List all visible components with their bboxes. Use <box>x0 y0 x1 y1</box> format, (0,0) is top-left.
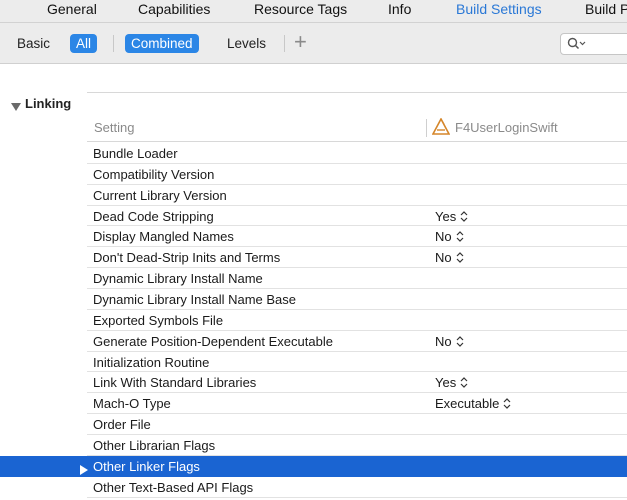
tab-capabilities[interactable]: Capabilities <box>138 1 210 17</box>
setting-value[interactable]: No <box>435 229 464 245</box>
setting-name: Bundle Loader <box>93 146 178 161</box>
setting-column-label: Setting <box>94 120 135 135</box>
tab-resource-tags[interactable]: Resource Tags <box>254 1 347 17</box>
target-column-label: F4UserLoginSwift <box>455 120 558 135</box>
setting-value[interactable]: Executable <box>435 396 511 412</box>
setting-row[interactable]: Bundle Loader <box>0 143 627 164</box>
filter-divider <box>113 35 114 52</box>
stepper-icon <box>460 376 468 391</box>
search-field[interactable] <box>560 33 627 55</box>
stepper-icon <box>460 210 468 225</box>
setting-row[interactable]: Dynamic Library Install Name Base <box>0 289 627 310</box>
setting-name: Other Text-Based API Flags <box>93 479 254 495</box>
filter-bar: Basic All Combined Levels + <box>0 23 627 64</box>
setting-row[interactable]: Other Librarian Flags <box>0 435 627 456</box>
setting-row[interactable]: Display Mangled Names No <box>0 226 627 248</box>
setting-row[interactable]: Order File <box>0 414 627 436</box>
setting-row[interactable]: Generate Position-Dependent Executable No <box>0 331 627 352</box>
column-separator <box>426 119 427 137</box>
stepper-icon <box>456 251 464 266</box>
setting-name: Order File <box>93 417 151 433</box>
setting-row[interactable]: Dynamic Library Install Name <box>0 268 627 290</box>
section-title: Linking <box>25 96 72 111</box>
setting-name: Dynamic Library Install Name Base <box>93 292 297 308</box>
setting-row[interactable]: Current Library Version <box>0 185 627 206</box>
setting-name: Mach-O Type <box>93 396 171 412</box>
setting-name: Compatibility Version <box>93 166 215 182</box>
setting-row[interactable]: Mach-O Type Executable <box>0 393 627 415</box>
setting-row[interactable]: Exported Symbols File <box>0 310 627 331</box>
setting-name: Display Mangled Names <box>93 229 234 245</box>
tab-info[interactable]: Info <box>388 1 411 17</box>
add-setting-button[interactable]: + <box>294 29 307 55</box>
stepper-icon <box>503 397 511 412</box>
setting-row[interactable]: Compatibility Version <box>0 164 627 185</box>
tab-build-phases[interactable]: Build P <box>585 1 627 17</box>
all-filter-button[interactable]: All <box>70 34 98 53</box>
setting-value[interactable]: No <box>435 334 464 350</box>
setting-row[interactable]: Other Text-Based API Flags <box>0 477 627 498</box>
setting-row[interactable]: Dead Code Stripping Yes <box>0 206 627 227</box>
stepper-icon <box>456 230 464 245</box>
levels-divider <box>284 35 285 52</box>
setting-name: Other Linker Flags <box>93 458 200 474</box>
disclosure-triangle-down-icon[interactable] <box>11 99 21 117</box>
setting-row[interactable]: Don't Dead-Strip Inits and Terms No <box>0 247 627 269</box>
setting-name: Initialization Routine <box>93 354 210 370</box>
linking-section-header[interactable]: Linking <box>0 92 627 116</box>
setting-row-selected[interactable]: Other Linker Flags <box>0 455 627 477</box>
setting-name: Link With Standard Libraries <box>93 375 257 391</box>
setting-value[interactable]: Yes <box>435 375 468 391</box>
setting-name: Dead Code Stripping <box>93 208 214 224</box>
setting-value[interactable]: No <box>435 250 464 266</box>
search-icon <box>567 37 587 55</box>
editor-tab-bar: General Capabilities Resource Tags Info … <box>0 0 627 23</box>
levels-view-button[interactable]: Levels <box>221 34 272 53</box>
setting-value[interactable]: Yes <box>435 209 468 225</box>
settings-list: Bundle Loader Compatibility Version Curr… <box>0 143 627 498</box>
tab-build-settings[interactable]: Build Settings <box>456 1 542 17</box>
previous-section-row <box>87 64 627 93</box>
setting-name: Don't Dead-Strip Inits and Terms <box>93 250 281 266</box>
setting-name: Other Librarian Flags <box>93 438 216 454</box>
basic-filter-button[interactable]: Basic <box>11 34 56 53</box>
setting-name: Current Library Version <box>93 187 227 203</box>
setting-row[interactable]: Link With Standard Libraries Yes <box>0 372 627 394</box>
setting-name: Generate Position-Dependent Executable <box>93 333 333 349</box>
column-header: Setting F4UserLoginSwift <box>87 117 627 142</box>
tab-general[interactable]: General <box>47 1 97 17</box>
stepper-icon <box>456 335 464 350</box>
setting-row[interactable]: Initialization Routine <box>0 352 627 373</box>
setting-name: Dynamic Library Install Name <box>93 271 263 287</box>
setting-name: Exported Symbols File <box>93 312 224 328</box>
combined-view-button[interactable]: Combined <box>125 34 199 53</box>
app-target-icon <box>431 117 451 141</box>
